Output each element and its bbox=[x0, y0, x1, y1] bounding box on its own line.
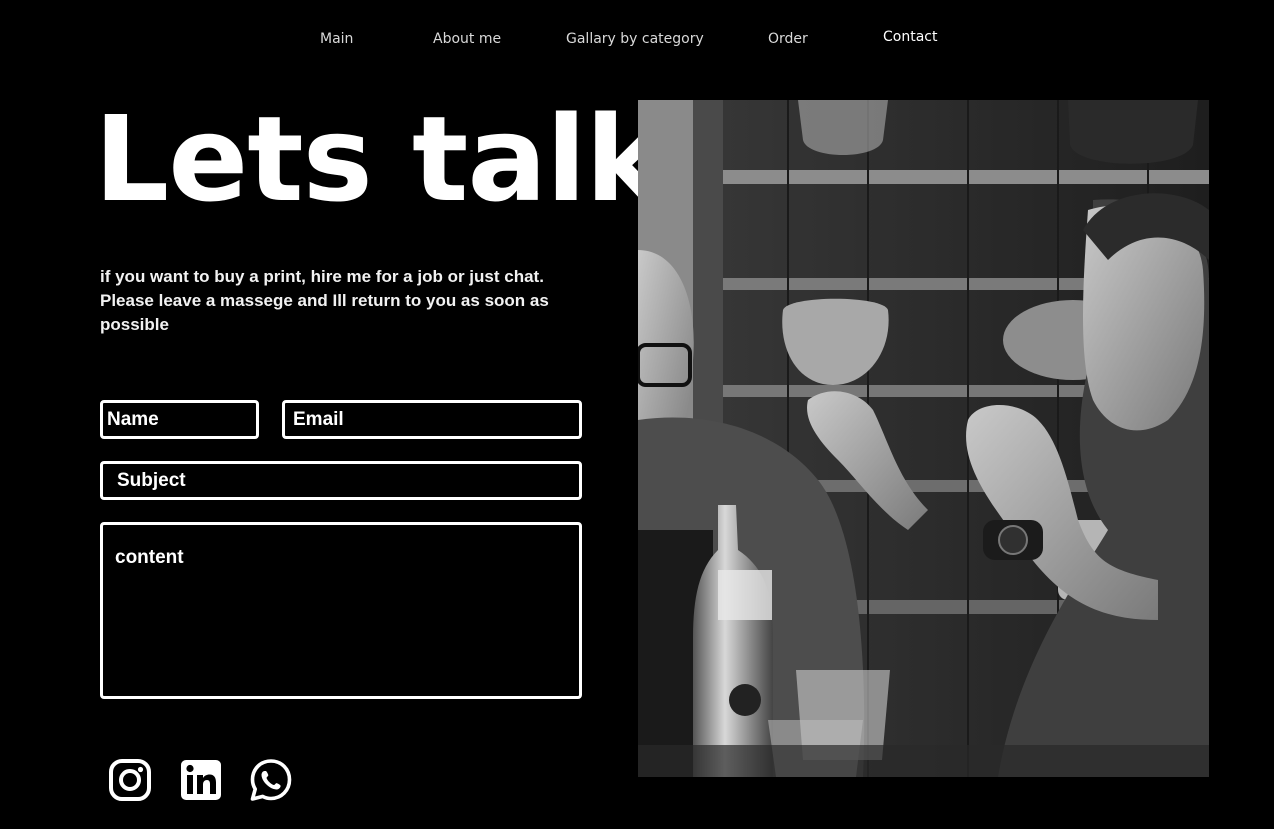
nav-link-contact[interactable]: Contact bbox=[883, 29, 937, 45]
contact-page: Main About me Gallary by category Order … bbox=[0, 0, 1274, 829]
email-field[interactable] bbox=[282, 400, 582, 439]
content-field[interactable] bbox=[100, 522, 582, 699]
instagram-icon[interactable] bbox=[108, 758, 152, 802]
nav-link-about-me[interactable]: About me bbox=[433, 31, 501, 47]
nav-link-main[interactable]: Main bbox=[320, 31, 353, 47]
subject-field[interactable] bbox=[100, 461, 582, 500]
page-title: Lets talk bbox=[94, 90, 664, 228]
nav-link-gallery-by-category[interactable]: Gallary by category bbox=[566, 31, 704, 47]
name-field[interactable] bbox=[100, 400, 259, 439]
intro-text: if you want to buy a print, hire me for … bbox=[100, 267, 549, 334]
nav-link-order[interactable]: Order bbox=[768, 31, 808, 47]
linkedin-icon[interactable] bbox=[179, 758, 223, 802]
whatsapp-icon[interactable] bbox=[249, 758, 293, 802]
photo-two-men-at-table bbox=[638, 100, 1209, 777]
top-navigation: Main About me Gallary by category Order … bbox=[0, 0, 1274, 80]
